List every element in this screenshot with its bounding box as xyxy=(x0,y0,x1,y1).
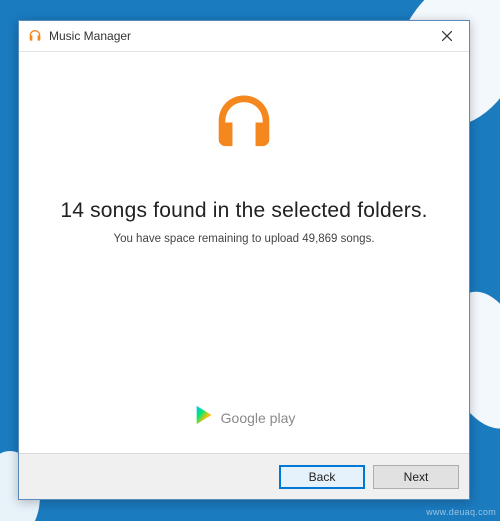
headline-text: 14 songs found in the selected folders. xyxy=(60,199,427,223)
back-button[interactable]: Back xyxy=(279,465,365,489)
play-triangle-icon xyxy=(193,404,215,431)
window-title: Music Manager xyxy=(49,29,424,43)
titlebar: Music Manager xyxy=(19,21,469,52)
headphones-icon xyxy=(211,90,277,161)
button-bar: Back Next xyxy=(19,453,469,499)
close-button[interactable] xyxy=(424,21,469,51)
close-icon xyxy=(442,31,452,41)
dialog-content: 14 songs found in the selected folders. … xyxy=(19,52,469,453)
google-play-brand: Google play xyxy=(19,404,469,431)
headphones-icon xyxy=(27,28,43,44)
music-manager-window: Music Manager 14 songs found in the sele… xyxy=(18,20,470,500)
subtext: You have space remaining to upload 49,86… xyxy=(113,233,374,245)
watermark-text: www.deuaq.com xyxy=(426,507,496,517)
brand-label: Google play xyxy=(221,410,296,426)
next-button[interactable]: Next xyxy=(373,465,459,489)
